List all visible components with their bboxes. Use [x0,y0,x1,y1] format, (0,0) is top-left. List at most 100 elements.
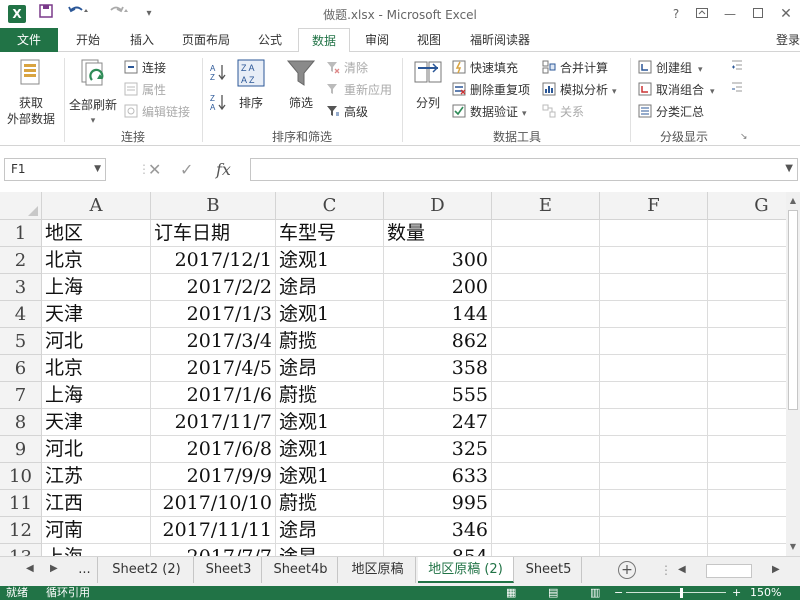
get-external-data-button[interactable]: 获取 外部数据 [2,58,60,127]
cell-F2[interactable] [600,247,708,274]
scroll-up-icon[interactable]: ▲ [786,194,800,208]
cell-C12[interactable]: 途昂 [276,517,384,544]
cell-C6[interactable]: 途昂 [276,355,384,382]
cell-E6[interactable] [492,355,600,382]
cell-F8[interactable] [600,409,708,436]
subtotal-button[interactable]: 分类汇总 [638,102,704,122]
outline-dialog-launcher-icon[interactable]: ↘ [740,132,750,142]
consolidate-button[interactable]: 合并计算 [542,58,608,78]
drag-handle-icon[interactable]: ⋮ [138,158,150,181]
cell-G10[interactable] [708,463,786,490]
cell-A7[interactable]: 上海 [42,382,151,409]
connections-button[interactable]: 连接 [124,58,166,78]
cell-D3[interactable]: 200 [384,274,492,301]
row-header-3[interactable]: 3 [0,274,42,301]
zoom-level[interactable]: 150% [750,586,781,600]
cell-F4[interactable] [600,301,708,328]
cell-A8[interactable]: 天津 [42,409,151,436]
ungroup-button[interactable]: 取消组合 ▾ [638,80,715,100]
cell-B10[interactable]: 2017/9/9 [151,463,276,490]
cell-D8[interactable]: 247 [384,409,492,436]
page-break-view-icon[interactable]: ▥ [590,586,600,600]
tab-file[interactable]: 文件 [0,28,58,52]
scroll-left-icon[interactable]: ◀ [678,564,686,575]
cell-D6[interactable]: 358 [384,355,492,382]
column-header-B[interactable]: B [151,192,276,220]
cell-G12[interactable] [708,517,786,544]
cell-G6[interactable] [708,355,786,382]
cell-A1[interactable]: 地区 [42,220,151,247]
sheet-tab[interactable]: Sheet4b [264,557,338,583]
new-sheet-button[interactable]: + [618,561,636,579]
row-header-11[interactable]: 11 [0,490,42,517]
restore-icon[interactable] [748,4,768,24]
cell-E9[interactable] [492,436,600,463]
cell-B2[interactable]: 2017/12/1 [151,247,276,274]
column-header-C[interactable]: C [276,192,384,220]
cell-F3[interactable] [600,274,708,301]
zoom-in-icon[interactable]: + [732,586,741,600]
group-button[interactable]: 创建组 ▾ [638,58,703,78]
cell-E13[interactable] [492,544,600,556]
cell-E2[interactable] [492,247,600,274]
cell-D13[interactable]: 854 [384,544,492,556]
cell-A10[interactable]: 江苏 [42,463,151,490]
cell-F11[interactable] [600,490,708,517]
cell-D1[interactable]: 数量 [384,220,492,247]
row-header-7[interactable]: 7 [0,382,42,409]
cell-G4[interactable] [708,301,786,328]
clear-filter-button[interactable]: 清除 [326,58,368,78]
cell-F9[interactable] [600,436,708,463]
cell-A9[interactable]: 河北 [42,436,151,463]
refresh-all-button[interactable]: 全部刷新 ▾ [66,58,120,129]
cell-C4[interactable]: 途观1 [276,301,384,328]
cell-G8[interactable] [708,409,786,436]
column-header-G[interactable]: G [708,192,786,220]
data-validation-dropdown-icon[interactable]: ▾ [522,109,527,119]
row-header-5[interactable]: 5 [0,328,42,355]
remove-duplicates-button[interactable]: 删除重复项 [452,80,530,100]
tab-formulas[interactable]: 公式 [244,28,296,52]
cell-B13[interactable]: 2017/7/7 [151,544,276,556]
cell-C10[interactable]: 途观1 [276,463,384,490]
cell-D4[interactable]: 144 [384,301,492,328]
zoom-slider[interactable] [626,592,726,593]
cell-G7[interactable] [708,382,786,409]
tab-home[interactable]: 开始 [62,28,114,52]
cell-A3[interactable]: 上海 [42,274,151,301]
flash-fill-button[interactable]: 快速填充 [452,58,518,78]
cell-A6[interactable]: 北京 [42,355,151,382]
sort-ascending-icon[interactable]: AZ [208,62,230,82]
cell-D2[interactable]: 300 [384,247,492,274]
enter-icon[interactable]: ✓ [180,158,204,181]
login-link[interactable]: 登录 [776,28,800,52]
cell-A5[interactable]: 河北 [42,328,151,355]
cell-G9[interactable] [708,436,786,463]
row-header-1[interactable]: 1 [0,220,42,247]
properties-button[interactable]: 属性 [124,80,166,100]
expand-formula-icon[interactable]: ▼ [785,163,793,174]
cell-C7[interactable]: 蔚揽 [276,382,384,409]
cell-E12[interactable] [492,517,600,544]
column-header-F[interactable]: F [600,192,708,220]
row-header-6[interactable]: 6 [0,355,42,382]
tab-insert[interactable]: 插入 [116,28,168,52]
scroll-down-icon[interactable]: ▼ [786,540,800,554]
cell-G1[interactable] [708,220,786,247]
cell-E5[interactable] [492,328,600,355]
column-header-A[interactable]: A [42,192,151,220]
row-header-10[interactable]: 10 [0,463,42,490]
cell-D9[interactable]: 325 [384,436,492,463]
tab-foxit[interactable]: 福昕阅读器 [458,28,542,52]
cell-F10[interactable] [600,463,708,490]
cell-B9[interactable]: 2017/6/8 [151,436,276,463]
edit-links-button[interactable]: 编辑链接 [124,102,190,122]
cell-A4[interactable]: 天津 [42,301,151,328]
sheet-tab[interactable]: Sheet5 [516,557,582,583]
cell-D11[interactable]: 995 [384,490,492,517]
tab-split-handle-icon[interactable]: ⋮ [660,563,672,577]
cell-C1[interactable]: 车型号 [276,220,384,247]
cell-C2[interactable]: 途观1 [276,247,384,274]
cell-G3[interactable] [708,274,786,301]
vertical-scrollbar[interactable]: ▲ ▼ [786,192,800,556]
